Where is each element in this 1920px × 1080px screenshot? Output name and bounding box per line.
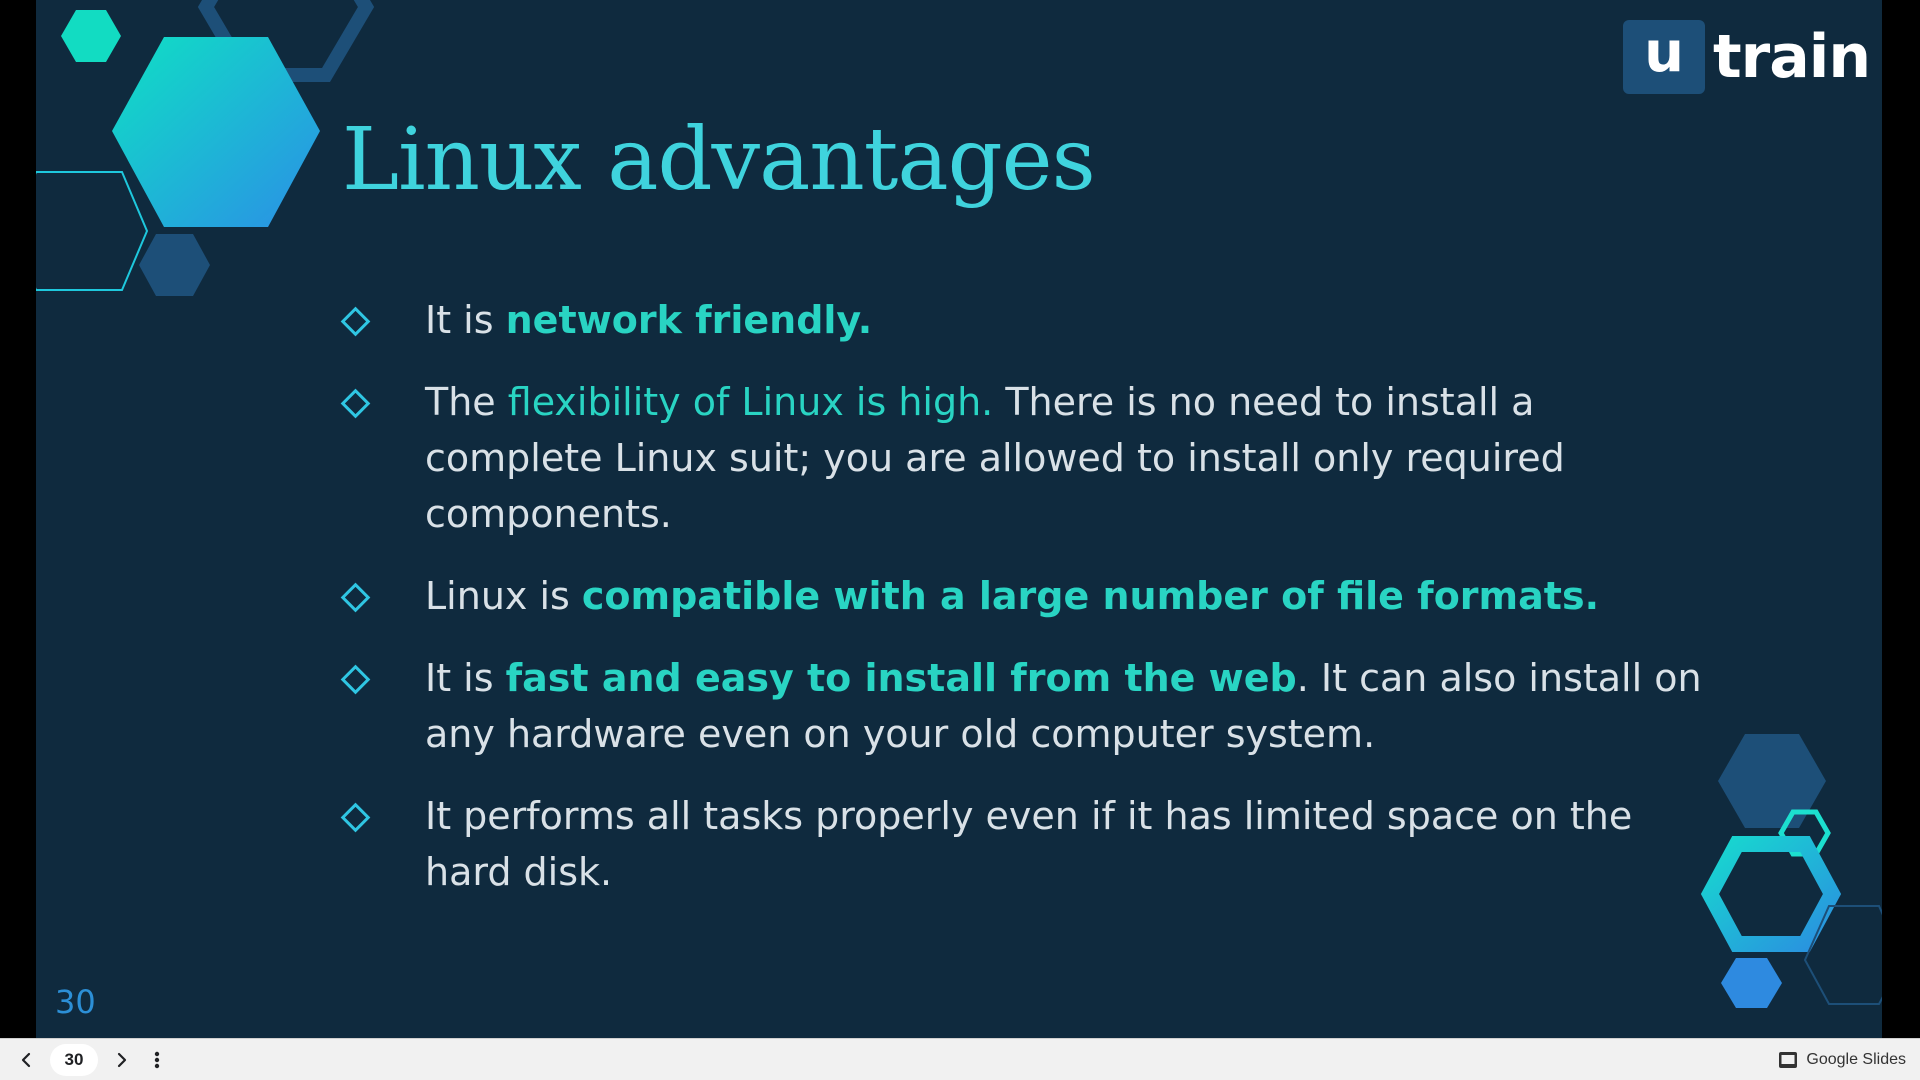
diamond-bullet-icon [340,802,371,833]
bullet-item: Linux is compatible with a large number … [300,568,1720,624]
more-vertical-icon [154,1051,160,1069]
slide-number: 30 [55,983,96,1021]
hexagon-shape [1721,958,1782,1008]
hexagon-shape [1700,836,1842,952]
bullet-highlight-text: flexibility of Linux is high. [507,380,994,424]
google-slides-link[interactable]: Google Slides [1778,1039,1906,1080]
bullet-highlight-text: compatible with a large number of file f… [581,574,1599,618]
logo-mark: u [1623,20,1705,94]
hexagon-shape [36,171,149,291]
hexagon-shape [61,10,121,62]
more-options-button[interactable] [146,1044,168,1076]
next-slide-button[interactable] [106,1044,138,1076]
bullet-highlight-text: network friendly. [505,298,873,342]
bullet-text: The [425,380,508,424]
bullet-item: It performs all tasks properly even if i… [300,788,1720,900]
bullet-text: Linux is [425,574,582,618]
diamond-bullet-icon [340,664,371,695]
diamond-bullet-icon [340,388,371,419]
slides-viewer: u train Linux advantages It is network f… [0,0,1920,1080]
previous-slide-button[interactable] [10,1044,42,1076]
chevron-right-icon [117,1052,127,1068]
hexagon-shape [112,37,320,227]
bullet-item: The flexibility of Linux is high. There … [300,374,1720,542]
diamond-bullet-icon [340,306,371,337]
hexagon-shape [139,234,210,296]
slides-icon [1779,1052,1798,1068]
chevron-left-icon [21,1052,31,1068]
diamond-bullet-icon [340,582,371,613]
slide-title: Linux advantages [342,110,1096,210]
bullet-text: It is [425,298,506,342]
bullet-item: It is network friendly. [300,292,1720,348]
logo-word: train [1713,22,1871,92]
slide: u train Linux advantages It is network f… [36,0,1882,1038]
bullet-item: It is fast and easy to install from the … [300,650,1720,762]
google-slides-label: Google Slides [1806,1051,1906,1068]
bullet-list: It is network friendly. The flexibility o… [300,292,1720,926]
bullet-highlight-text: fast and easy to install from the web [505,656,1297,700]
utrain-logo: u train [1623,20,1871,94]
viewer-toolbar: 30 Google Slides [0,1038,1920,1080]
bullet-text: It is [425,656,506,700]
page-number-field[interactable]: 30 [50,1044,98,1076]
bullet-text: It performs all tasks properly even if i… [425,794,1633,894]
